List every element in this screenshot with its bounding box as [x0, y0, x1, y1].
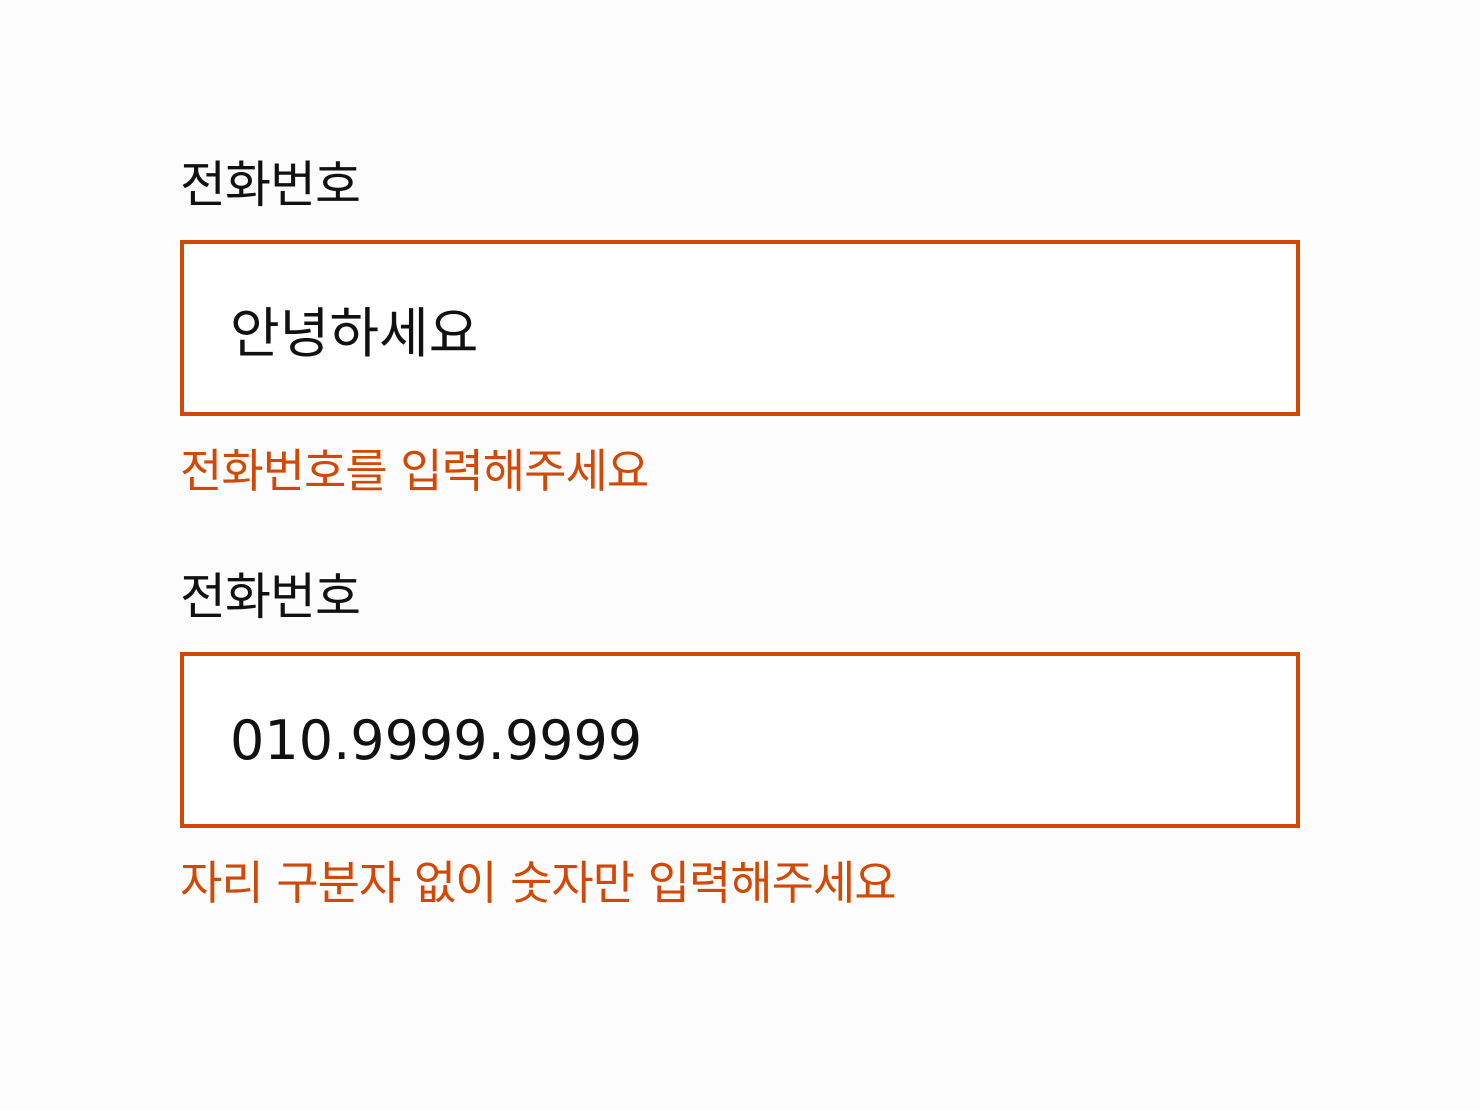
phone-input-wrapper[interactable] [180, 652, 1300, 828]
phone-input[interactable] [184, 244, 1296, 412]
error-message: 자리 구분자 없이 숫자만 입력해주세요 [180, 856, 897, 910]
phone-label: 전화번호 [180, 568, 361, 626]
phone-input-wrapper[interactable] [180, 240, 1300, 416]
phone-label: 전화번호 [180, 156, 361, 214]
error-message: 전화번호를 입력해주세요 [180, 444, 649, 498]
phone-input[interactable] [184, 656, 1296, 824]
